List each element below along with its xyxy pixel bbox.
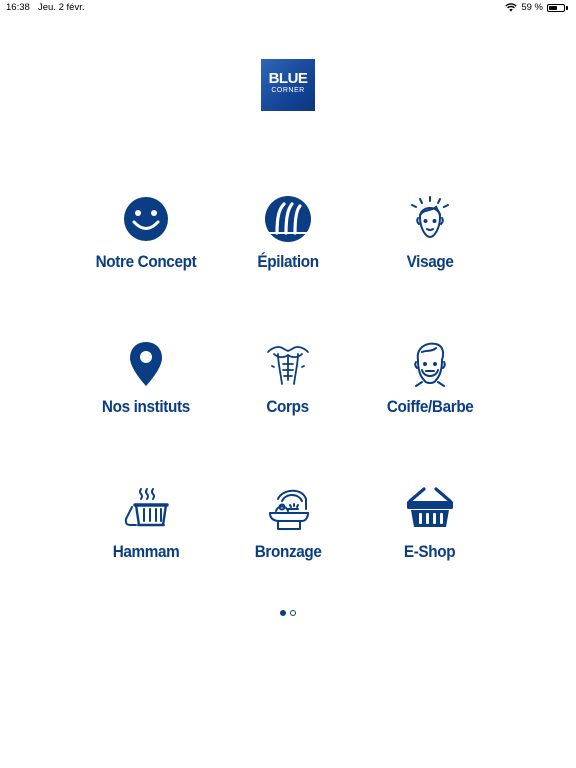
menu-label: Nos instituts [102,397,190,416]
status-time: 16:38 [6,2,30,13]
menu-item-nos-instituts[interactable]: Nos instituts [75,340,217,485]
tanning-bed-icon [269,489,309,530]
menu-item-corps[interactable]: Corps [217,340,359,485]
status-indicators: 59 % [505,2,568,13]
menu-grid: Notre Concept Épilation Visage Nos insti… [75,195,501,630]
page-dot-2[interactable] [290,610,296,616]
menu-label: Coiffe/Barbe [386,397,474,416]
logo-line-2: CORNER [271,87,305,94]
bearded-man-icon [414,342,446,387]
torso-icon [267,346,309,385]
menu-label: Bronzage [254,542,322,561]
menu-label: Visage [406,252,454,271]
status-date: Jeu. 2 févr. [38,2,85,13]
menu-item-hammam[interactable]: Hammam [75,485,217,630]
page-dot-1[interactable] [280,610,286,616]
battery-icon [547,3,565,12]
smiley-face-icon [124,197,168,241]
page-indicator [280,610,296,616]
menu-item-visage[interactable]: Visage [359,195,501,340]
steam-bath-icon [124,488,169,527]
face-glow-icon [411,196,449,239]
wifi-icon [505,3,518,12]
menu-item-notre-concept[interactable]: Notre Concept [75,195,217,340]
menu-item-bronzage[interactable]: Bronzage [217,485,359,630]
menu-item-epilation[interactable]: Épilation [217,195,359,340]
menu-label: Épilation [257,252,319,271]
location-pin-icon [130,342,162,386]
menu-item-coiffe-barbe[interactable]: Coiffe/Barbe [359,340,501,485]
battery-tip [566,5,568,10]
shopping-basket-icon [407,487,453,527]
status-bar: 16:38 Jeu. 2 févr. 59 % [0,0,576,16]
menu-label: Corps [266,397,310,416]
battery-percent: 59 % [521,2,543,13]
hair-follicle-icon [265,196,311,242]
menu-label: Hammam [112,542,180,561]
menu-label: E-Shop [404,542,456,561]
blue-corner-logo: BLUE CORNER [261,59,315,111]
menu-item-e-shop[interactable]: E-Shop [359,485,501,630]
battery-fill [549,5,557,10]
menu-label: Notre Concept [95,252,197,271]
logo-line-1: BLUE [268,70,308,87]
